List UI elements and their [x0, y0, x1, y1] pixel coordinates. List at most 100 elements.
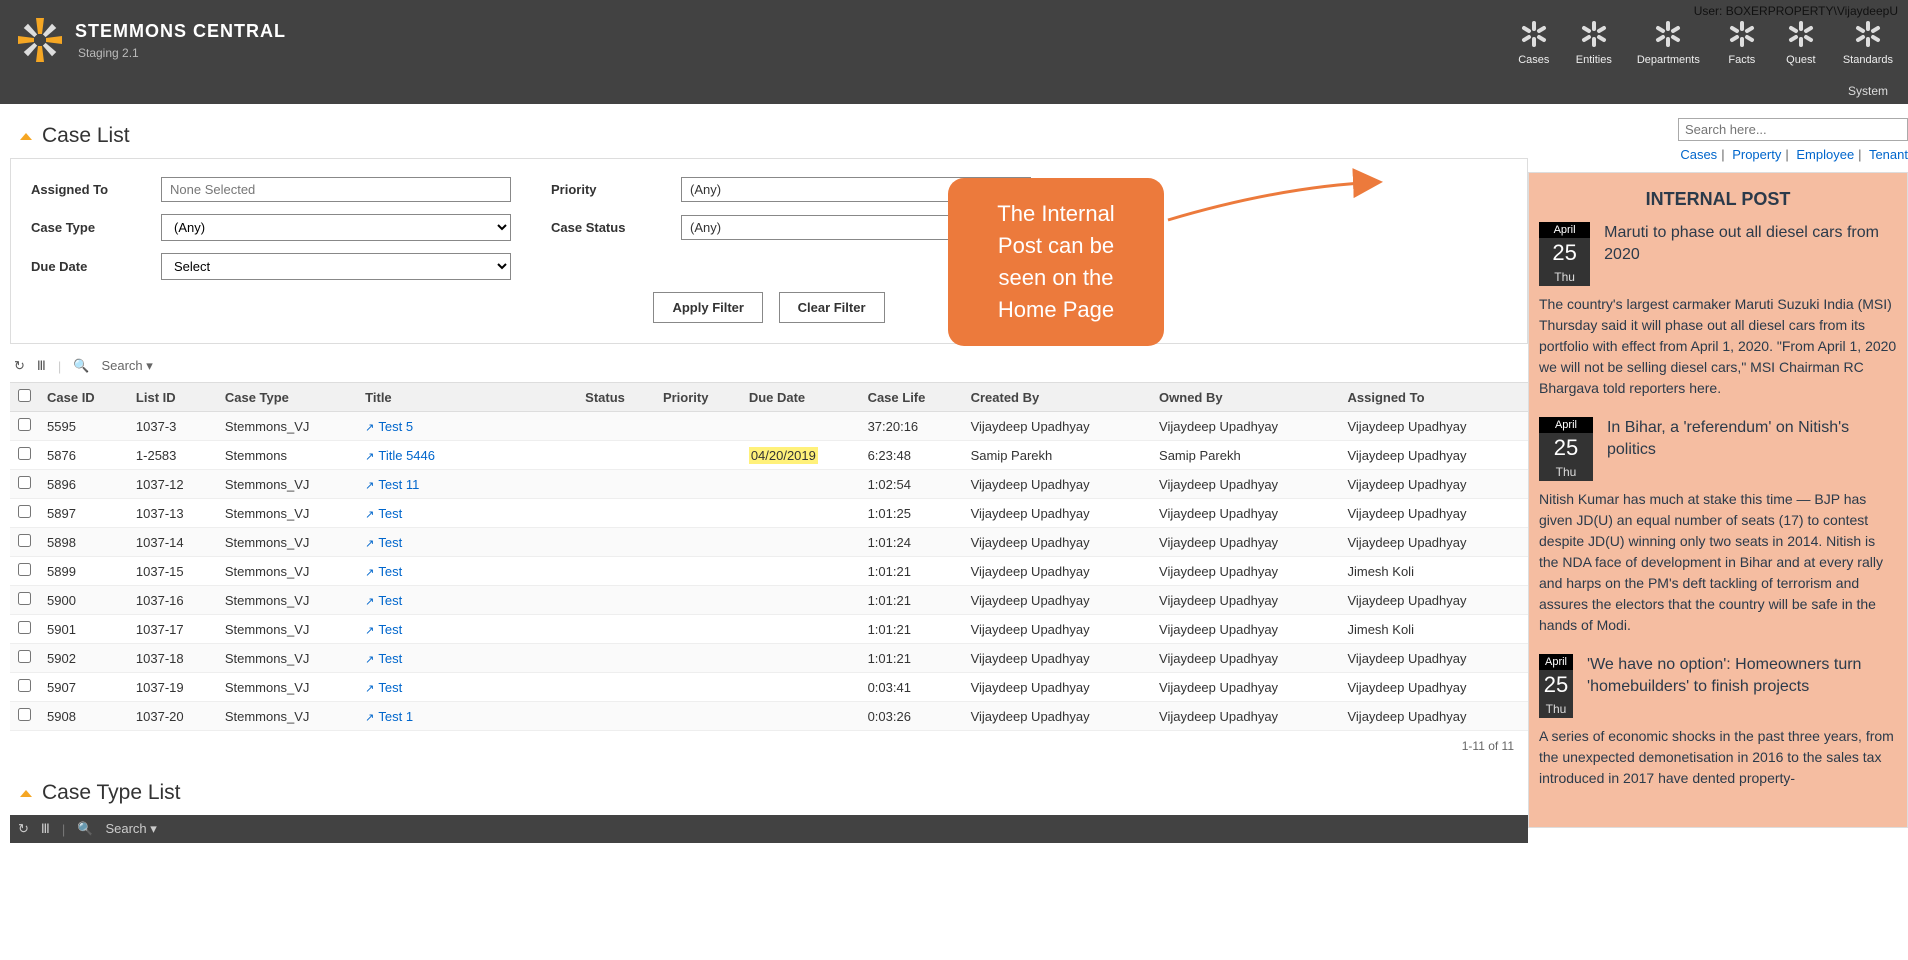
search-icon[interactable]: 🔍: [73, 358, 89, 374]
row-checkbox[interactable]: [18, 592, 31, 605]
nav-departments[interactable]: Departments: [1637, 20, 1700, 66]
nav-facts[interactable]: Facts: [1725, 20, 1759, 66]
row-checkbox[interactable]: [18, 621, 31, 634]
external-link-icon[interactable]: ↗: [365, 683, 374, 695]
refresh-icon[interactable]: ↻: [18, 821, 29, 837]
tab-property[interactable]: Property: [1732, 147, 1781, 162]
title-link[interactable]: Title 5446: [378, 448, 435, 463]
col-priority[interactable]: Priority: [655, 383, 741, 412]
title-link[interactable]: Test 5: [378, 419, 413, 434]
post-item[interactable]: April 25 Thu In Bihar, a 'referendum' on…: [1539, 417, 1897, 481]
external-link-icon[interactable]: ↗: [365, 451, 374, 463]
table-row[interactable]: 5899 1037-15 Stemmons_VJ ↗Test 1:01:21 V…: [10, 557, 1528, 586]
table-row[interactable]: 5902 1037-18 Stemmons_VJ ↗Test 1:01:21 V…: [10, 644, 1528, 673]
col-case-life[interactable]: Case Life: [860, 383, 963, 412]
external-link-icon[interactable]: ↗: [365, 712, 374, 724]
external-link-icon[interactable]: ↗: [365, 480, 374, 492]
cell-created-by: Vijaydeep Upadhyay: [963, 499, 1151, 528]
title-link[interactable]: Test: [378, 680, 402, 695]
refresh-icon[interactable]: ↻: [14, 358, 25, 374]
caret-up-icon[interactable]: [20, 133, 32, 140]
table-row[interactable]: 5900 1037-16 Stemmons_VJ ↗Test 1:01:21 V…: [10, 586, 1528, 615]
row-checkbox[interactable]: [18, 679, 31, 692]
external-link-icon[interactable]: ↗: [365, 509, 374, 521]
col-case-id[interactable]: Case ID: [39, 383, 128, 412]
title-link[interactable]: Test: [378, 651, 402, 666]
caret-up-icon[interactable]: [20, 790, 32, 797]
title-link[interactable]: Test 1: [378, 709, 413, 724]
row-checkbox[interactable]: [18, 650, 31, 663]
priority-label: Priority: [551, 182, 681, 197]
tab-tenant[interactable]: Tenant: [1869, 147, 1908, 162]
row-checkbox[interactable]: [18, 418, 31, 431]
cell-case-life: 37:20:16: [860, 412, 963, 441]
header: User: BOXERPROPERTY\VijaydeepU STEMMONS …: [0, 0, 1908, 104]
table-row[interactable]: 5898 1037-14 Stemmons_VJ ↗Test 1:01:24 V…: [10, 528, 1528, 557]
search-dropdown[interactable]: Search ▾: [105, 821, 156, 837]
col-title[interactable]: Title: [357, 383, 577, 412]
apply-filter-button[interactable]: Apply Filter: [653, 292, 763, 323]
table-row[interactable]: 5595 1037-3 Stemmons_VJ ↗Test 5 37:20:16…: [10, 412, 1528, 441]
title-link[interactable]: Test: [378, 506, 402, 521]
row-checkbox[interactable]: [18, 563, 31, 576]
nav-quest[interactable]: Quest: [1784, 20, 1818, 66]
col-case-type[interactable]: Case Type: [217, 383, 357, 412]
search-icon[interactable]: 🔍: [77, 821, 93, 837]
tab-employee[interactable]: Employee: [1796, 147, 1854, 162]
external-link-icon[interactable]: ↗: [365, 422, 374, 434]
clear-filter-button[interactable]: Clear Filter: [779, 292, 885, 323]
col-assigned-to[interactable]: Assigned To: [1339, 383, 1528, 412]
external-link-icon[interactable]: ↗: [365, 625, 374, 637]
cell-due-date: [741, 528, 860, 557]
table-row[interactable]: 5896 1037-12 Stemmons_VJ ↗Test 11 1:02:5…: [10, 470, 1528, 499]
nav-entities[interactable]: Entities: [1576, 20, 1612, 66]
nav-cases[interactable]: Cases: [1517, 20, 1551, 66]
tab-cases[interactable]: Cases: [1680, 147, 1717, 162]
title-link[interactable]: Test: [378, 593, 402, 608]
title-link[interactable]: Test 11: [378, 477, 419, 492]
external-link-icon[interactable]: ↗: [365, 567, 374, 579]
col-owned-by[interactable]: Owned By: [1151, 383, 1339, 412]
external-link-icon[interactable]: ↗: [365, 538, 374, 550]
title-link[interactable]: Test: [378, 564, 402, 579]
table-row[interactable]: 5901 1037-17 Stemmons_VJ ↗Test 1:01:21 V…: [10, 615, 1528, 644]
system-link[interactable]: System: [0, 80, 1908, 104]
cell-priority: [655, 702, 741, 731]
title-link[interactable]: Test: [378, 622, 402, 637]
logo[interactable]: STEMMONS CENTRAL Staging 2.1: [0, 15, 286, 65]
col-created-by[interactable]: Created By: [963, 383, 1151, 412]
select-all-checkbox[interactable]: [18, 389, 31, 402]
nav-standards[interactable]: Standards: [1843, 20, 1893, 66]
post-item[interactable]: April 25 Thu 'We have no option': Homeow…: [1539, 654, 1897, 718]
row-checkbox[interactable]: [18, 534, 31, 547]
columns-icon[interactable]: Ⅲ: [37, 358, 46, 374]
cell-owned-by: Vijaydeep Upadhyay: [1151, 557, 1339, 586]
row-checkbox[interactable]: [18, 476, 31, 489]
table-row[interactable]: 5907 1037-19 Stemmons_VJ ↗Test 0:03:41 V…: [10, 673, 1528, 702]
col-list-id[interactable]: List ID: [128, 383, 217, 412]
post-item[interactable]: April 25 Thu Maruti to phase out all die…: [1539, 222, 1897, 286]
cell-title: ↗ Test: [357, 644, 577, 673]
case-type-select[interactable]: (Any): [161, 214, 511, 241]
row-checkbox[interactable]: [18, 447, 31, 460]
assigned-to-input[interactable]: None Selected: [161, 177, 511, 202]
cell-list-id: 1037-14: [128, 528, 217, 557]
case-type-list-heading: Case Type List: [10, 761, 1528, 815]
title-link[interactable]: Test: [378, 535, 402, 550]
due-date-select[interactable]: Select: [161, 253, 511, 280]
cell-status: [577, 499, 655, 528]
col-due-date[interactable]: Due Date: [741, 383, 860, 412]
table-row[interactable]: 5876 1-2583 Stemmons ↗Title 5446 04/20/2…: [10, 441, 1528, 470]
table-row[interactable]: 5908 1037-20 Stemmons_VJ ↗Test 1 0:03:26…: [10, 702, 1528, 731]
search-input[interactable]: [1678, 118, 1908, 141]
external-link-icon[interactable]: ↗: [365, 654, 374, 666]
cell-list-id: 1-2583: [128, 441, 217, 470]
row-checkbox[interactable]: [18, 505, 31, 518]
row-checkbox[interactable]: [18, 708, 31, 721]
external-link-icon[interactable]: ↗: [365, 596, 374, 608]
search-dropdown[interactable]: Search ▾: [101, 358, 152, 374]
table-row[interactable]: 5897 1037-13 Stemmons_VJ ↗Test 1:01:25 V…: [10, 499, 1528, 528]
columns-icon[interactable]: Ⅲ: [41, 821, 50, 837]
post-title: Maruti to phase out all diesel cars from…: [1604, 222, 1897, 286]
col-status[interactable]: Status: [577, 383, 655, 412]
